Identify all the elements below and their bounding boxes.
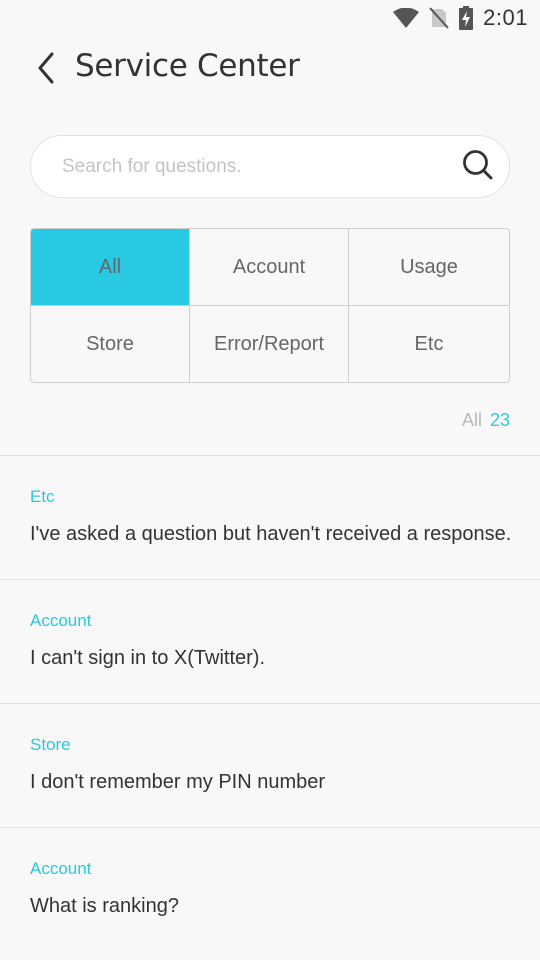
faq-question: I've asked a question but haven't receiv… xyxy=(30,523,512,545)
status-time: 2:01 xyxy=(483,5,528,30)
faq-category: Account xyxy=(30,611,92,630)
faq-category: Etc xyxy=(30,487,55,506)
category-error-report[interactable]: Error/Report xyxy=(190,306,349,382)
faq-category: Store xyxy=(30,735,71,754)
count-label: All xyxy=(461,410,482,430)
category-etc[interactable]: Etc xyxy=(349,306,509,382)
wifi-icon xyxy=(393,8,420,28)
faq-item[interactable]: Account I can't sign in to X(Twitter). xyxy=(0,579,540,703)
search-input[interactable] xyxy=(62,155,442,178)
faq-question: I can't sign in to X(Twitter). xyxy=(30,647,266,669)
faq-question: What is ranking? xyxy=(30,895,179,917)
status-bar: 2:01 xyxy=(0,0,540,36)
faq-item[interactable]: Account What is ranking? xyxy=(0,827,540,951)
no-sim-icon xyxy=(429,7,449,29)
category-store[interactable]: Store xyxy=(31,306,190,382)
result-count: All 23 xyxy=(462,410,510,431)
faq-question: I don't remember my PIN number xyxy=(30,771,326,793)
count-value: 23 xyxy=(489,410,510,430)
battery-charging-icon xyxy=(459,6,474,30)
category-usage[interactable]: Usage xyxy=(349,229,509,306)
category-all[interactable]: All xyxy=(31,229,190,306)
header: Service Center xyxy=(0,40,540,98)
page-title: Service Center xyxy=(75,48,300,84)
back-button[interactable] xyxy=(28,52,64,88)
category-grid: All Account Usage Store Error/Report Etc xyxy=(30,228,510,383)
category-account[interactable]: Account xyxy=(190,229,349,306)
chevron-left-icon xyxy=(36,52,56,89)
search-button[interactable] xyxy=(461,149,495,186)
faq-item[interactable]: Etc I've asked a question but haven't re… xyxy=(0,455,540,579)
search-bar xyxy=(30,135,510,198)
search-icon xyxy=(462,149,494,186)
faq-category: Account xyxy=(30,859,92,878)
faq-item[interactable]: Store I don't remember my PIN number xyxy=(0,703,540,827)
faq-list: Etc I've asked a question but haven't re… xyxy=(0,455,540,951)
